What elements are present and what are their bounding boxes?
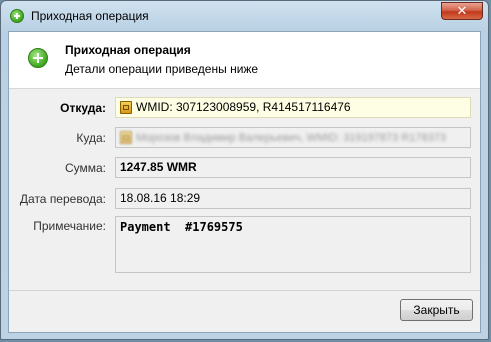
date-field[interactable]: 18.08.16 18:29 bbox=[115, 188, 471, 209]
window-title: Приходная операция bbox=[31, 9, 149, 23]
dialog-header: Приходная операция Детали операции приве… bbox=[9, 32, 480, 89]
dialog-body: Приходная операция Детали операции приве… bbox=[8, 31, 481, 333]
footer-divider bbox=[9, 290, 480, 291]
from-field[interactable]: WMID: 307123008959, R414517116476 bbox=[115, 97, 471, 118]
close-button[interactable]: Закрыть bbox=[400, 299, 473, 321]
amount-field[interactable]: 1247.85 WMR bbox=[115, 157, 471, 178]
window-close-button[interactable]: ✕ bbox=[441, 2, 483, 20]
amount-label: Сумма: bbox=[64, 161, 106, 175]
note-field[interactable]: Payment #1769575 bbox=[115, 216, 471, 273]
wallet-icon bbox=[120, 131, 132, 144]
to-value: Морозов Владимир Валерьевич, WMID: 31919… bbox=[136, 132, 446, 144]
note-label: Примечание: bbox=[33, 219, 106, 233]
from-value: WMID: 307123008959, R414517116476 bbox=[136, 100, 351, 114]
title-bar[interactable]: Приходная операция ✕ bbox=[1, 1, 488, 31]
header-subtitle: Детали операции приведены ниже bbox=[65, 62, 259, 76]
from-label: Откуда: bbox=[60, 101, 106, 115]
to-field[interactable]: Морозов Владимир Валерьевич, WMID: 31919… bbox=[115, 127, 471, 148]
amount-value: 1247.85 WMR bbox=[120, 160, 197, 174]
dialog-window: Приходная операция ✕ Приходная операция … bbox=[0, 0, 489, 340]
header-title: Приходная операция bbox=[65, 43, 191, 57]
date-value: 18.08.16 18:29 bbox=[120, 191, 201, 205]
add-circle-icon bbox=[10, 9, 24, 23]
add-circle-icon bbox=[28, 48, 48, 68]
to-label: Куда: bbox=[76, 131, 106, 145]
date-label: Дата перевода: bbox=[19, 192, 106, 206]
wallet-icon bbox=[120, 101, 132, 114]
